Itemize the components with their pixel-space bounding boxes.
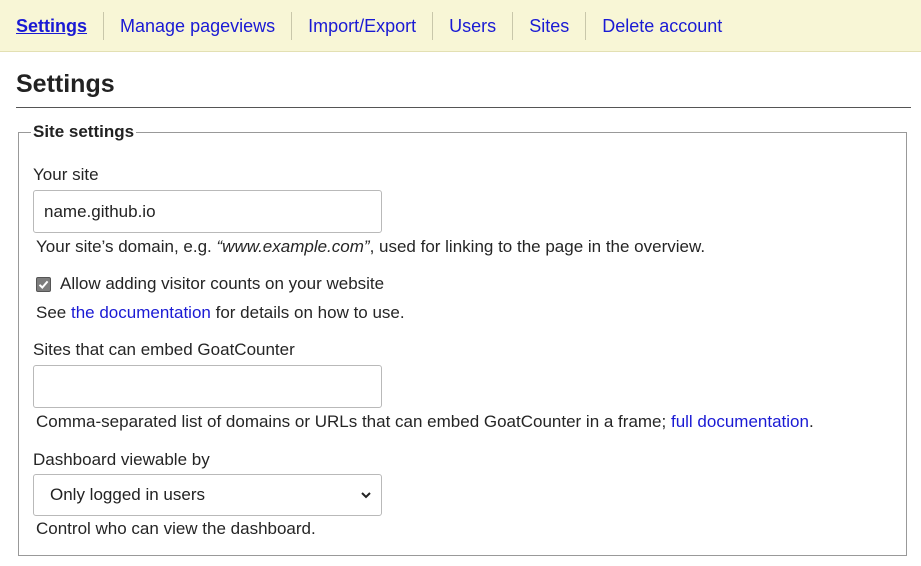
dashboard-viewable-select[interactable]: Only logged in users (33, 474, 382, 516)
title-divider (16, 107, 911, 108)
nav-manage-pageviews[interactable]: Manage pageviews (104, 11, 293, 40)
nav-delete-account[interactable]: Delete account (586, 12, 738, 40)
embed-sites-input[interactable] (33, 365, 382, 408)
visitor-counts-help-prefix: See (36, 303, 71, 322)
dashboard-viewable-label: Dashboard viewable by (33, 450, 210, 469)
your-site-help-example: “www.example.com” (216, 237, 370, 256)
chevron-down-icon (361, 492, 371, 499)
nav-settings[interactable]: Settings (0, 11, 105, 40)
your-site-label: Your site (33, 165, 99, 184)
embed-help: Comma-separated list of domains or URLs … (36, 412, 814, 432)
visitor-counts-option[interactable]: Allow adding visitor counts on your webs… (36, 274, 384, 294)
your-site-help: Your site’s domain, e.g. “www.example.co… (36, 237, 705, 257)
your-site-help-suffix: , used for linking to the page in the ov… (369, 237, 706, 256)
embed-help-suffix: . (808, 412, 814, 431)
visitor-counts-checkbox[interactable] (36, 276, 51, 292)
embed-label: Sites that can embed GoatCounter (33, 340, 295, 359)
dashboard-help: Control who can view the dashboard. (36, 519, 316, 538)
visitor-counts-help-suffix: for details on how to use. (210, 303, 405, 322)
visitor-counts-help: See the documentation for details on how… (36, 303, 405, 323)
nav-users[interactable]: Users (433, 11, 514, 40)
top-nav: Settings Manage pageviews Import/Export … (0, 0, 921, 52)
site-settings-legend: Site settings (33, 122, 135, 141)
full-documentation-link[interactable]: full documentation (671, 412, 809, 431)
nav-import-export[interactable]: Import/Export (292, 11, 434, 40)
page-title: Settings (16, 70, 115, 98)
checkmark-icon (38, 280, 49, 289)
dashboard-viewable-selected: Only logged in users (50, 485, 205, 504)
your-site-help-prefix: Your site’s domain, e.g. (36, 237, 217, 256)
documentation-link[interactable]: the documentation (71, 303, 211, 322)
your-site-input[interactable] (33, 190, 382, 233)
embed-help-prefix: Comma-separated list of domains or URLs … (36, 412, 671, 431)
visitor-counts-label: Allow adding visitor counts on your webs… (60, 274, 385, 293)
nav-sites[interactable]: Sites (513, 11, 587, 40)
